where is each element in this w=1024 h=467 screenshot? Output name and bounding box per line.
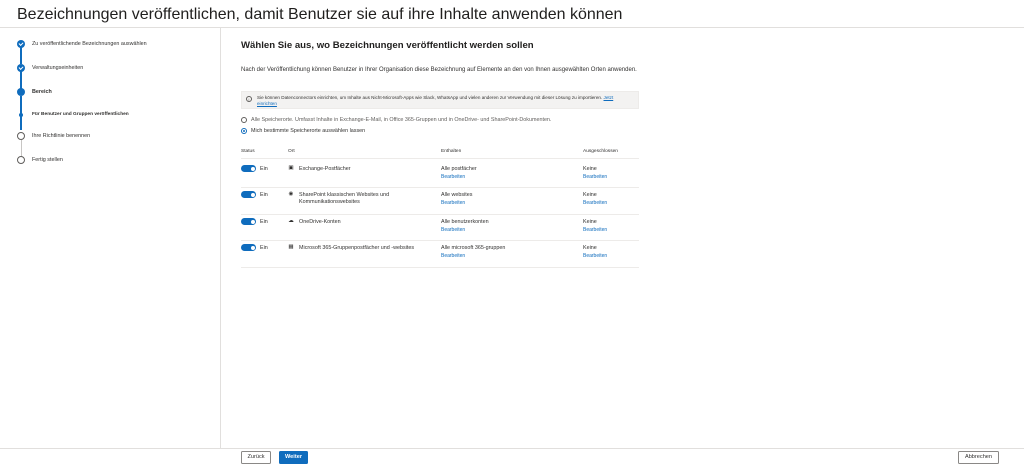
step-current-icon: [17, 88, 25, 96]
step-labels[interactable]: Zu veröffentlichende Bezeichnungen auswä…: [17, 40, 147, 48]
table-row: Ein ◉ SharePoint klassischen Websites un…: [241, 187, 639, 214]
step-scope[interactable]: Bereich: [17, 88, 52, 96]
sidebar-divider: [220, 28, 221, 449]
section-heading: Wählen Sie aus, wo Bezeichnungen veröffe…: [241, 40, 534, 51]
footer-divider: [0, 448, 1024, 449]
page-title: Bezeichnungen veröffentlichen, damit Ben…: [17, 6, 623, 23]
substep-current-icon: [19, 112, 23, 117]
radio-unchecked-icon[interactable]: [241, 117, 247, 123]
step-admin-units[interactable]: Verwaltungseinheiten: [17, 64, 83, 72]
radio-label: Mich bestimmte Speicherorte auswählen la…: [251, 128, 366, 134]
location-name: Exchange-Postfächer: [299, 165, 351, 172]
edit-included-link[interactable]: Bearbeiten: [441, 200, 465, 206]
onedrive-icon: ☁: [288, 218, 294, 224]
intro-text: Nach der Veröffentlichung können Benutze…: [241, 67, 637, 73]
cancel-button[interactable]: Abbrechen: [958, 451, 999, 464]
column-header-location: Ort: [288, 149, 295, 154]
status-toggle[interactable]: [241, 218, 256, 225]
step-pending-icon: [17, 156, 25, 164]
groups-icon: ▦: [288, 244, 294, 250]
step-pending-icon: [17, 132, 25, 140]
location-name: SharePoint klassischen Websites und Komm…: [299, 191, 390, 205]
table-row: Ein ▦ Microsoft 365-Gruppenpostfächer un…: [241, 240, 639, 267]
column-header-excluded: Ausgeschlossen: [583, 149, 618, 154]
column-header-status: Status: [241, 149, 255, 154]
step-label: Für Benutzer und Gruppen veröffentlichen: [32, 112, 129, 117]
exchange-icon: ▣: [288, 165, 294, 171]
step-finish[interactable]: Fertig stellen: [17, 156, 63, 164]
status-label: Ein: [260, 165, 268, 172]
row-divider: [241, 267, 639, 268]
excluded-value: Keine: [583, 244, 597, 251]
back-button[interactable]: Zurück: [241, 451, 271, 464]
status-label: Ein: [260, 244, 268, 251]
step-label: Verwaltungseinheiten: [32, 65, 84, 71]
radio-checked-icon[interactable]: [241, 128, 247, 134]
info-text: Sie können Datenconnectors einrichten, u…: [257, 95, 603, 100]
step-complete-icon: [17, 64, 25, 72]
included-value: Alle benutzerkonten: [441, 218, 489, 225]
location-name: OneDrive-Konten: [299, 218, 341, 225]
included-value: Alle postfächer: [441, 165, 477, 172]
radio-all-locations[interactable]: Alle Speicherorte. Umfasst Inhalte in Ex…: [241, 117, 551, 123]
info-banner: i Sie können Datenconnectors einrichten,…: [241, 91, 639, 109]
step-label: Zu veröffentlichende Bezeichnungen auswä…: [32, 41, 147, 47]
step-name-policy[interactable]: Ihre Richtlinie benennen: [17, 132, 90, 140]
step-label: Bereich: [32, 89, 52, 95]
sharepoint-icon: ◉: [288, 191, 294, 197]
included-value: Alle websites: [441, 191, 473, 198]
location-name: Microsoft 365-Gruppenpostfächer und -web…: [299, 244, 415, 251]
edit-excluded-link[interactable]: Bearbeiten: [583, 253, 607, 259]
info-text-wrap: Sie können Datenconnectors einrichten, u…: [257, 95, 634, 108]
info-icon: i: [246, 96, 252, 102]
included-value: Alle microsoft 365-gruppen: [441, 244, 506, 251]
status-label: Ein: [260, 218, 268, 225]
step-label: Fertig stellen: [32, 157, 63, 163]
status-toggle[interactable]: [241, 244, 256, 251]
radio-label: Alle Speicherorte. Umfasst Inhalte in Ex…: [251, 117, 552, 123]
excluded-value: Keine: [583, 218, 597, 225]
column-header-included: Enthalten: [441, 149, 462, 154]
table-row: Ein ☁ OneDrive-Konten Alle benutzerkonte…: [241, 214, 639, 241]
edit-excluded-link[interactable]: Bearbeiten: [583, 200, 607, 206]
step-label: Ihre Richtlinie benennen: [32, 133, 91, 139]
table-row: Ein ▣ Exchange-Postfächer Alle postfäche…: [241, 161, 639, 188]
status-label: Ein: [260, 191, 268, 198]
excluded-value: Keine: [583, 165, 597, 172]
table-header-divider: [241, 158, 639, 159]
edit-included-link[interactable]: Bearbeiten: [441, 227, 465, 233]
edit-excluded-link[interactable]: Bearbeiten: [583, 174, 607, 180]
excluded-value: Keine: [583, 191, 597, 198]
step-complete-icon: [17, 40, 25, 48]
radio-specific-locations[interactable]: Mich bestimmte Speicherorte auswählen la…: [241, 128, 365, 134]
status-toggle[interactable]: [241, 165, 256, 172]
status-toggle[interactable]: [241, 191, 256, 198]
edit-included-link[interactable]: Bearbeiten: [441, 174, 465, 180]
next-button[interactable]: Weiter: [279, 451, 308, 464]
substep-publish-users-groups[interactable]: Für Benutzer und Gruppen veröffentlichen: [17, 112, 129, 117]
edit-excluded-link[interactable]: Bearbeiten: [583, 227, 607, 233]
step-connector: [20, 46, 22, 64]
edit-included-link[interactable]: Bearbeiten: [441, 253, 465, 259]
